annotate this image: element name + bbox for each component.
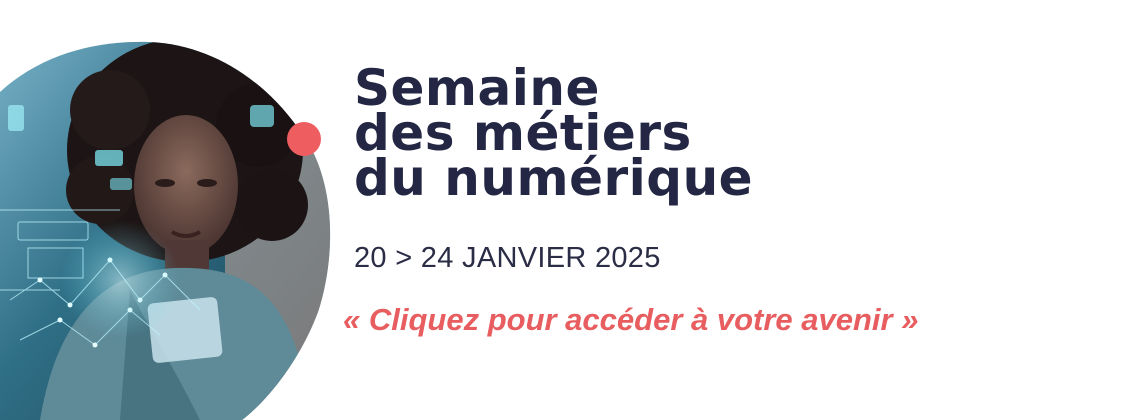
event-dates: 20 > 24 JANVIER 2025 [354,242,661,274]
cta-link[interactable]: « Cliquez pour accéder à votre avenir » [343,302,918,338]
woman-hologram-photo [0,41,331,420]
title-line-3: du numérique [354,149,754,207]
event-title: Semaine des métiers du numérique [354,63,754,207]
accent-dot [287,122,321,156]
event-banner[interactable]: Semaine des métiers du numérique 20 > 24… [0,0,1135,420]
